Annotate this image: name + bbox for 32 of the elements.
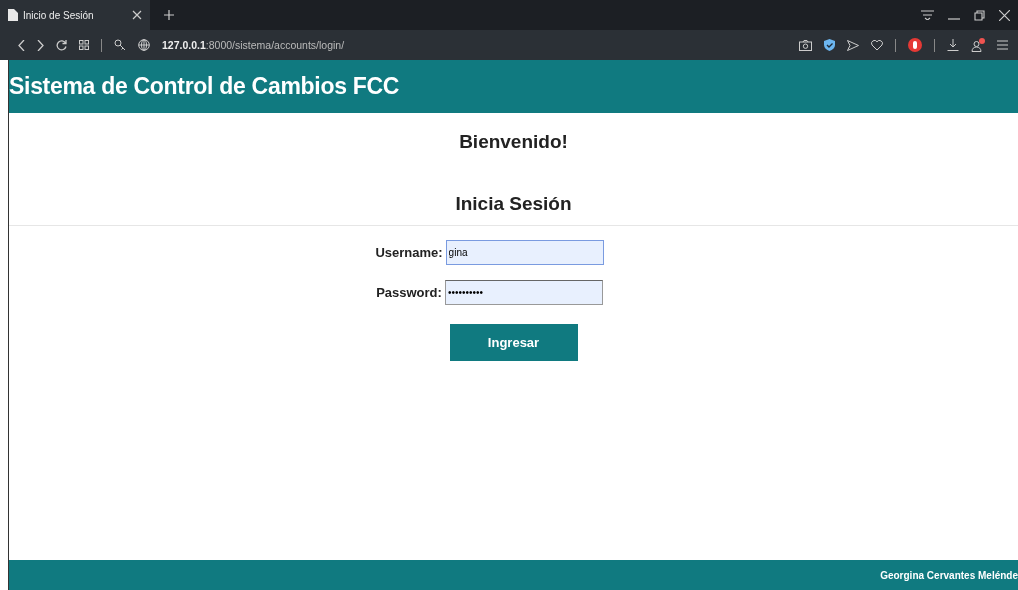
key-icon[interactable]: [114, 39, 126, 51]
heart-icon[interactable]: [871, 39, 883, 51]
login-heading: Inicia Sesión: [455, 193, 572, 215]
tab-title: Inicio de Sesión: [23, 9, 95, 21]
close-icon[interactable]: [132, 10, 142, 20]
forward-icon[interactable]: [37, 39, 44, 51]
page-icon: [8, 9, 18, 21]
input-field[interactable]: gina: [445, 240, 604, 265]
address-field[interactable]: 127.0.0.1:8000/sistema/accounts/login/: [162, 39, 345, 51]
profile-icon[interactable]: [971, 38, 985, 52]
site-title: Sistema de Control de Cambios FCC: [9, 73, 400, 100]
input-field[interactable]: ••••••••••: [444, 280, 603, 305]
globe-icon: [138, 39, 150, 51]
shield-icon[interactable]: [824, 39, 835, 51]
field-label: Username:: [375, 245, 443, 260]
browser-tab[interactable]: Inicio de Sesión: [0, 0, 150, 30]
menu-icon[interactable]: [997, 40, 1008, 50]
author-name: Georgina Cervantes Melénde: [880, 569, 1018, 581]
new-tab-icon[interactable]: [164, 10, 174, 20]
restore-icon[interactable]: [974, 9, 985, 21]
tab-list-icon[interactable]: [921, 10, 934, 20]
welcome-heading: Bienvenido!: [459, 131, 568, 153]
submit-button[interactable]: Ingresar: [449, 324, 578, 361]
close-icon[interactable]: [999, 9, 1010, 21]
reload-icon[interactable]: [56, 39, 67, 51]
field-label: Password:: [376, 285, 442, 300]
extension-icon[interactable]: [908, 38, 922, 52]
send-icon[interactable]: [847, 39, 859, 51]
back-icon[interactable]: [18, 39, 25, 51]
camera-icon[interactable]: [799, 39, 812, 51]
grid-icon[interactable]: [79, 40, 89, 50]
download-icon[interactable]: [947, 39, 959, 51]
